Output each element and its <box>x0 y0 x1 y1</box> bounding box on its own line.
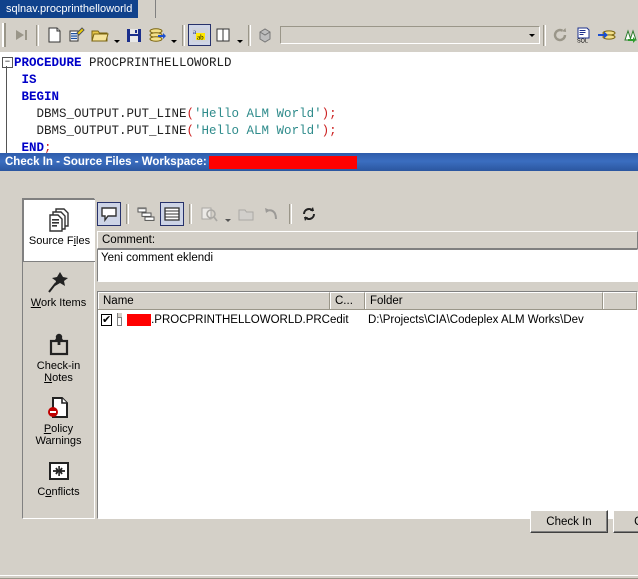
grid-header-row: Name C... Folder <box>98 292 637 310</box>
comment-value: Yeni comment eklendi <box>101 252 213 264</box>
compare-icon[interactable] <box>618 24 638 46</box>
chevron-down-icon[interactable] <box>529 34 535 37</box>
comment-input[interactable]: Yeni comment eklendi <box>97 249 638 282</box>
new-sql-script-icon[interactable] <box>65 24 88 46</box>
sidebar-item-conflicts[interactable]: Conflicts <box>23 451 94 514</box>
svg-text:SQL: SQL <box>577 39 588 44</box>
row-filler-cell <box>603 310 637 329</box>
dialog-content-pane: Comment: Yeni comment eklendi Name C... … <box>96 198 638 519</box>
checkbox-check-glyph: ✔ <box>102 315 111 325</box>
open-folder-icon[interactable] <box>88 24 111 46</box>
toolbar-separator <box>289 204 292 224</box>
comment-label: Comment: <box>102 234 155 246</box>
source-files-icon <box>47 205 73 235</box>
sidebar-item-work-items[interactable]: Work Items <box>23 262 94 325</box>
refresh-icon[interactable] <box>549 24 572 46</box>
toolbar-separator <box>36 25 39 46</box>
checkin-notes-icon <box>46 330 72 360</box>
sidebar-item-work-items-label: Work Items <box>29 297 88 309</box>
column-header-filler <box>603 292 637 309</box>
check-in-button-label: Check In <box>546 516 591 528</box>
fold-marker-glyph: − <box>5 59 10 66</box>
step-into-icon[interactable] <box>10 24 33 46</box>
dialog-nav-list: Source Files Work Items <box>22 198 95 519</box>
editor-gutter: − <box>0 52 14 153</box>
toolbar-drag-grip[interactable] <box>2 23 9 47</box>
sidebar-item-source-files[interactable]: Source Files <box>23 199 95 262</box>
dialog-body: Source Files Work Items <box>0 171 638 559</box>
row-name-cell[interactable]: ✔ .PROCPRINTHELLOWORLD.PRC <box>98 310 330 329</box>
dialog-title-text: Check In - Source Files - Workspace: <box>5 156 207 168</box>
folder-exclude-icon[interactable] <box>234 202 258 226</box>
dialog-footer-divider <box>0 575 638 579</box>
tree-view-icon[interactable] <box>134 202 158 226</box>
save-dropdown-arrow-icon[interactable] <box>168 21 179 49</box>
comment-label-bar: Comment: <box>97 231 638 249</box>
editor-tab-label: sqlnav.procprinthelloworld <box>6 3 132 15</box>
schema-name-redaction <box>127 314 151 326</box>
dialog-title-bar[interactable]: Check In - Source Files - Workspace: <box>0 153 638 171</box>
conflicts-icon <box>46 456 72 486</box>
cancel-button-label: Cancel <box>634 516 638 528</box>
column-header-folder[interactable]: Folder <box>365 292 603 309</box>
toolbar-separator <box>126 204 129 224</box>
source-files-grid[interactable]: Name C... Folder ✔ .PROCPRINTHELLOWORLD.… <box>97 291 638 519</box>
find-text-icon[interactable]: a ab <box>188 24 211 46</box>
row-change-cell: edit <box>330 310 365 329</box>
editor-tab-sqlnav-procprinthelloworld[interactable]: sqlnav.procprinthelloworld <box>0 0 138 18</box>
code-fold-line <box>6 66 7 153</box>
save-to-database-icon[interactable] <box>145 24 168 46</box>
sidebar-item-checkin-notes[interactable]: Check-in Notes <box>23 325 94 388</box>
compare-dropdown-arrow-icon[interactable] <box>222 200 233 229</box>
editor-tab-strip: sqlnav.procprinthelloworld <box>0 0 638 19</box>
column-header-name[interactable]: Name <box>98 292 330 309</box>
check-in-button[interactable]: Check In <box>530 510 608 533</box>
column-header-change[interactable]: C... <box>330 292 365 309</box>
workspace-name-redaction <box>209 156 357 169</box>
comment-balloon-icon[interactable] <box>97 202 121 226</box>
toolbar-separator <box>182 25 185 46</box>
toolbar-separator <box>543 25 546 46</box>
check-in-dialog: Check In - Source Files - Workspace: Sou… <box>0 153 638 559</box>
split-window-dropdown-arrow-icon[interactable] <box>234 21 245 49</box>
sidebar-item-source-files-label: Source Files <box>27 235 92 247</box>
object-browser-icon[interactable] <box>254 24 277 46</box>
list-view-icon[interactable] <box>160 202 184 226</box>
compile-to-database-icon[interactable] <box>595 24 618 46</box>
toolbar-separator <box>248 25 251 46</box>
save-icon[interactable] <box>122 24 145 46</box>
table-row[interactable]: ✔ .PROCPRINTHELLOWORLD.PRC edit D:\Proje… <box>98 310 637 329</box>
undo-arrow-icon[interactable] <box>260 202 284 226</box>
main-toolbar: a ab SQL <box>0 18 638 53</box>
open-folder-dropdown-arrow-icon[interactable] <box>111 21 122 49</box>
code-editor[interactable]: − PROCEDURE PROCPRINTHELLOWORLD IS BEGIN… <box>0 52 638 153</box>
code-text[interactable]: PROCEDURE PROCPRINTHELLOWORLD IS BEGIN D… <box>14 55 337 153</box>
row-include-checkbox[interactable]: ✔ <box>101 314 112 326</box>
file-icon <box>117 313 122 326</box>
code-fold-collapse-icon[interactable]: − <box>2 57 13 68</box>
svg-text:ab: ab <box>197 34 204 42</box>
cancel-button[interactable]: Cancel <box>613 510 638 533</box>
sidebar-item-conflicts-label: Conflicts <box>35 486 81 498</box>
new-file-icon[interactable] <box>42 24 65 46</box>
compare-magnifier-icon[interactable] <box>197 202 221 226</box>
sidebar-item-checkin-notes-label: Check-in Notes <box>23 360 94 384</box>
pin-icon <box>46 267 72 297</box>
row-folder-cell: D:\Projects\CIA\Codeplex ALM Works\Dev <box>365 310 603 329</box>
tab-strip-empty-area <box>155 0 638 18</box>
sidebar-item-policy-warnings[interactable]: Policy Warnings <box>23 388 94 451</box>
policy-warnings-icon <box>46 393 72 423</box>
schema-combo-box[interactable] <box>280 26 540 44</box>
split-window-icon[interactable] <box>211 24 234 46</box>
refresh-circular-icon[interactable] <box>297 202 321 226</box>
explain-plan-sql-icon[interactable]: SQL <box>572 24 595 46</box>
toolbar-separator <box>189 204 192 224</box>
row-file-name: .PROCPRINTHELLOWORLD.PRC <box>151 314 330 326</box>
source-files-toolbar <box>96 198 638 230</box>
sidebar-item-policy-warnings-label: Policy Warnings <box>23 423 94 447</box>
